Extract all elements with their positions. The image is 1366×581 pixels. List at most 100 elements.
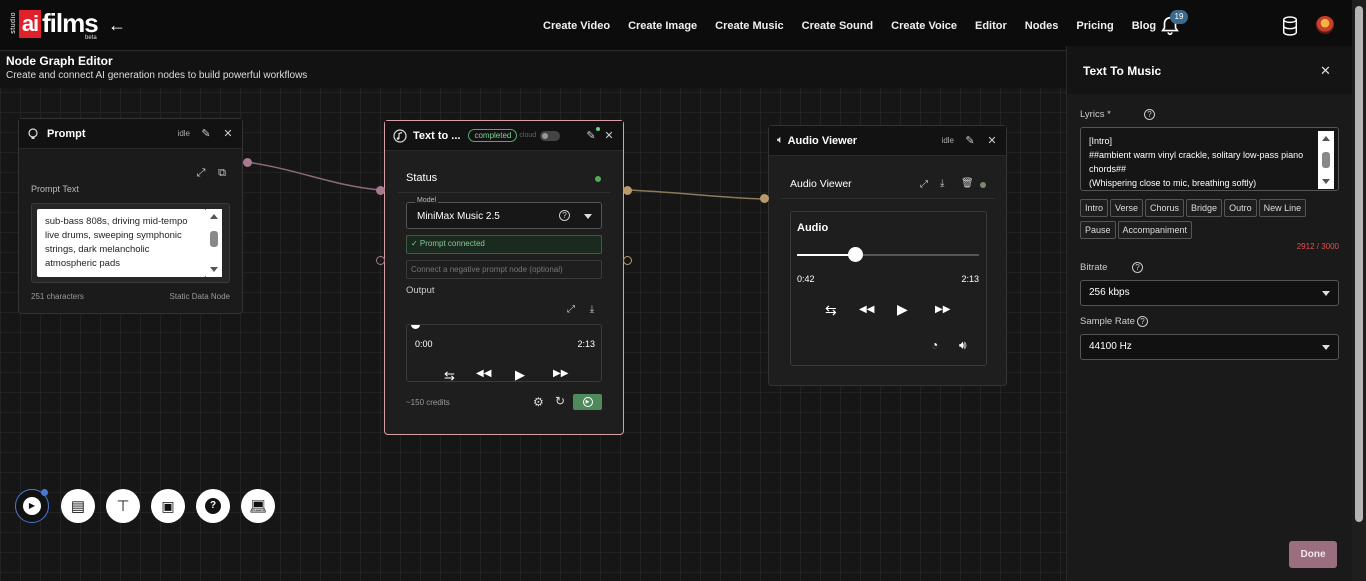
rewind-icon[interactable]: ◀◀ [476,368,491,379]
chip-new-line[interactable]: New Line [1258,199,1307,217]
audio-seek-track[interactable] [797,247,979,262]
help-icon[interactable]: ? [1132,262,1143,273]
chevron-down-icon [584,214,592,219]
repeat-icon[interactable]: ⇆ [825,302,837,319]
lyrics-text[interactable]: [Intro] ##ambient warm vinyl crackle, so… [1089,134,1311,190]
prompt-scrollbar[interactable] [206,209,222,277]
negative-prompt-slot[interactable]: Connect a negative prompt node (optional… [406,260,602,279]
laptop-button[interactable]: 💻︎ [241,489,275,523]
prompt-node-title: Prompt [47,127,86,140]
sample-rate-select[interactable]: 44100 Hz [1080,334,1339,360]
music-secondary-port[interactable] [623,256,632,265]
speed-icon[interactable]: ◔ [931,338,938,352]
gear-icon[interactable]: ⚙ [533,395,544,409]
lyrics-field[interactable]: [Intro] ##ambient warm vinyl crackle, so… [1080,127,1339,191]
run-workflow-button[interactable]: ▶ [15,489,49,523]
paint-roller-button[interactable]: ⊤ [106,489,140,523]
close-icon[interactable]: ✕ [1320,63,1331,79]
music-output-port[interactable] [623,186,632,195]
audio-label: Audio [797,222,829,234]
completed-badge: completed [468,129,518,142]
fast-forward-icon[interactable]: ▶▶ [553,368,568,379]
seek-handle[interactable] [411,325,420,329]
status-row: Status [397,165,611,193]
music-negative-port[interactable] [376,256,385,265]
paint-roller-icon: ⊤ [116,498,130,515]
download-icon[interactable]: ⤓ [586,304,598,316]
help-icon[interactable]: ? [1144,109,1155,120]
audio-input-port[interactable] [760,194,769,203]
document-button[interactable]: ▤ [61,489,95,523]
expand-icon[interactable]: ⤢ [565,304,577,316]
model-select[interactable]: Model MiniMax Music 2.5 ? [406,197,602,229]
chip-chorus[interactable]: Chorus [1145,199,1185,217]
nav-blog[interactable]: Blog [1132,20,1156,32]
status-label: Status [406,172,438,184]
music-input-port[interactable] [376,186,385,195]
music-node-title: Text to ... [413,129,461,142]
close-icon[interactable]: ✕ [603,130,615,142]
prompt-output-port[interactable] [243,158,252,167]
audio-player-card: Audio 0:42 2:13 ⇆ ◀◀ ▶ ▶▶ ◔ 🔊︎ [790,211,987,366]
close-icon[interactable]: ✕ [222,128,234,140]
credits-label: ~150 credits [406,398,450,407]
text-to-music-node[interactable]: Text to ... completed cloud ✎ ✕ Status M… [384,120,624,435]
gallery-button[interactable]: ▣ [151,489,185,523]
nav-pricing[interactable]: Pricing [1076,20,1113,32]
cloud-label: cloud [519,132,537,139]
chip-outro[interactable]: Outro [1224,199,1257,217]
image-icon: ▣ [161,497,175,514]
audio-viewer-node[interactable]: 🔈︎ Audio Viewer idle ✎ ✕ Audio Viewer ⤢ … [768,125,1007,386]
edit-icon[interactable]: ✎ [200,128,212,140]
refresh-icon[interactable]: ↻ [555,394,565,408]
output-audio-player: 0:00 2:13 ⇆ ◀◀ ▶ ▶▶ [406,324,602,382]
close-icon[interactable]: ✕ [986,135,998,147]
help-button[interactable]: ? [196,489,230,523]
prompt-node[interactable]: Prompt idle ✎ ✕ ⤢ ⧉ Prompt Text sub-bass… [18,118,243,314]
output-time-current: 0:00 [415,339,433,349]
run-button[interactable]: ▶ [573,394,602,410]
user-avatar[interactable] [1316,16,1334,34]
chip-pause[interactable]: Pause [1080,221,1116,239]
edit-icon[interactable]: ✎ [964,135,976,147]
page-scrollbar[interactable] [1352,0,1366,581]
status-dot [595,176,601,182]
help-icon[interactable]: ? [559,210,570,221]
edit-icon[interactable]: ✎ [585,126,600,142]
page-scrollbar-thumb[interactable] [1355,6,1363,522]
rewind-icon[interactable]: ◀◀ [859,304,874,315]
chip-accompaniment[interactable]: Accompaniment [1117,221,1193,239]
bitrate-select[interactable]: 256 kbps [1080,280,1339,306]
audio-seek-handle[interactable] [848,247,864,262]
document-icon: ▤ [70,498,86,515]
bitrate-label: Bitrate [1080,262,1108,273]
trash-icon[interactable]: 🗑︎ [961,178,974,189]
copy-icon[interactable]: ⧉ [216,167,228,179]
audio-time-current: 0:42 [797,274,815,284]
play-icon[interactable]: ▶ [515,367,525,381]
lyrics-line: [Intro] [1089,136,1113,146]
fast-forward-icon[interactable]: ▶▶ [935,304,950,315]
done-button[interactable]: Done [1289,541,1337,568]
cloud-toggle[interactable] [540,130,561,141]
chip-intro[interactable]: Intro [1080,199,1109,217]
chip-bridge[interactable]: Bridge [1186,199,1223,217]
volume-icon[interactable]: 🔊︎ [959,338,967,353]
prompt-field-wrapper: sub-bass 808s, driving mid-tempo live dr… [31,203,230,283]
bitrate-value: 256 kbps [1089,287,1130,298]
expand-icon[interactable]: ⤢ [920,179,928,190]
download-icon[interactable]: ⤓ [940,178,944,189]
lyrics-scrollbar[interactable] [1318,131,1334,189]
expand-icon[interactable]: ⤢ [195,167,207,179]
repeat-icon[interactable]: ⇆ [444,368,455,381]
help-icon[interactable]: ? [1137,316,1148,327]
audio-viewer-inner-title: Audio Viewer [790,178,852,190]
chip-verse[interactable]: Verse [1110,199,1144,217]
char-count: 251 characters [31,292,84,301]
settings-panel: Text To Music ✕ Lyrics * ? [Intro] ##amb… [1066,46,1353,581]
prompt-text-area[interactable]: sub-bass 808s, driving mid-tempo live dr… [37,209,206,277]
play-icon[interactable]: ▶ [897,301,908,318]
sample-rate-value: 44100 Hz [1089,341,1132,352]
database-icon[interactable] [1281,16,1299,36]
panel-title: Text To Music [1083,64,1162,78]
